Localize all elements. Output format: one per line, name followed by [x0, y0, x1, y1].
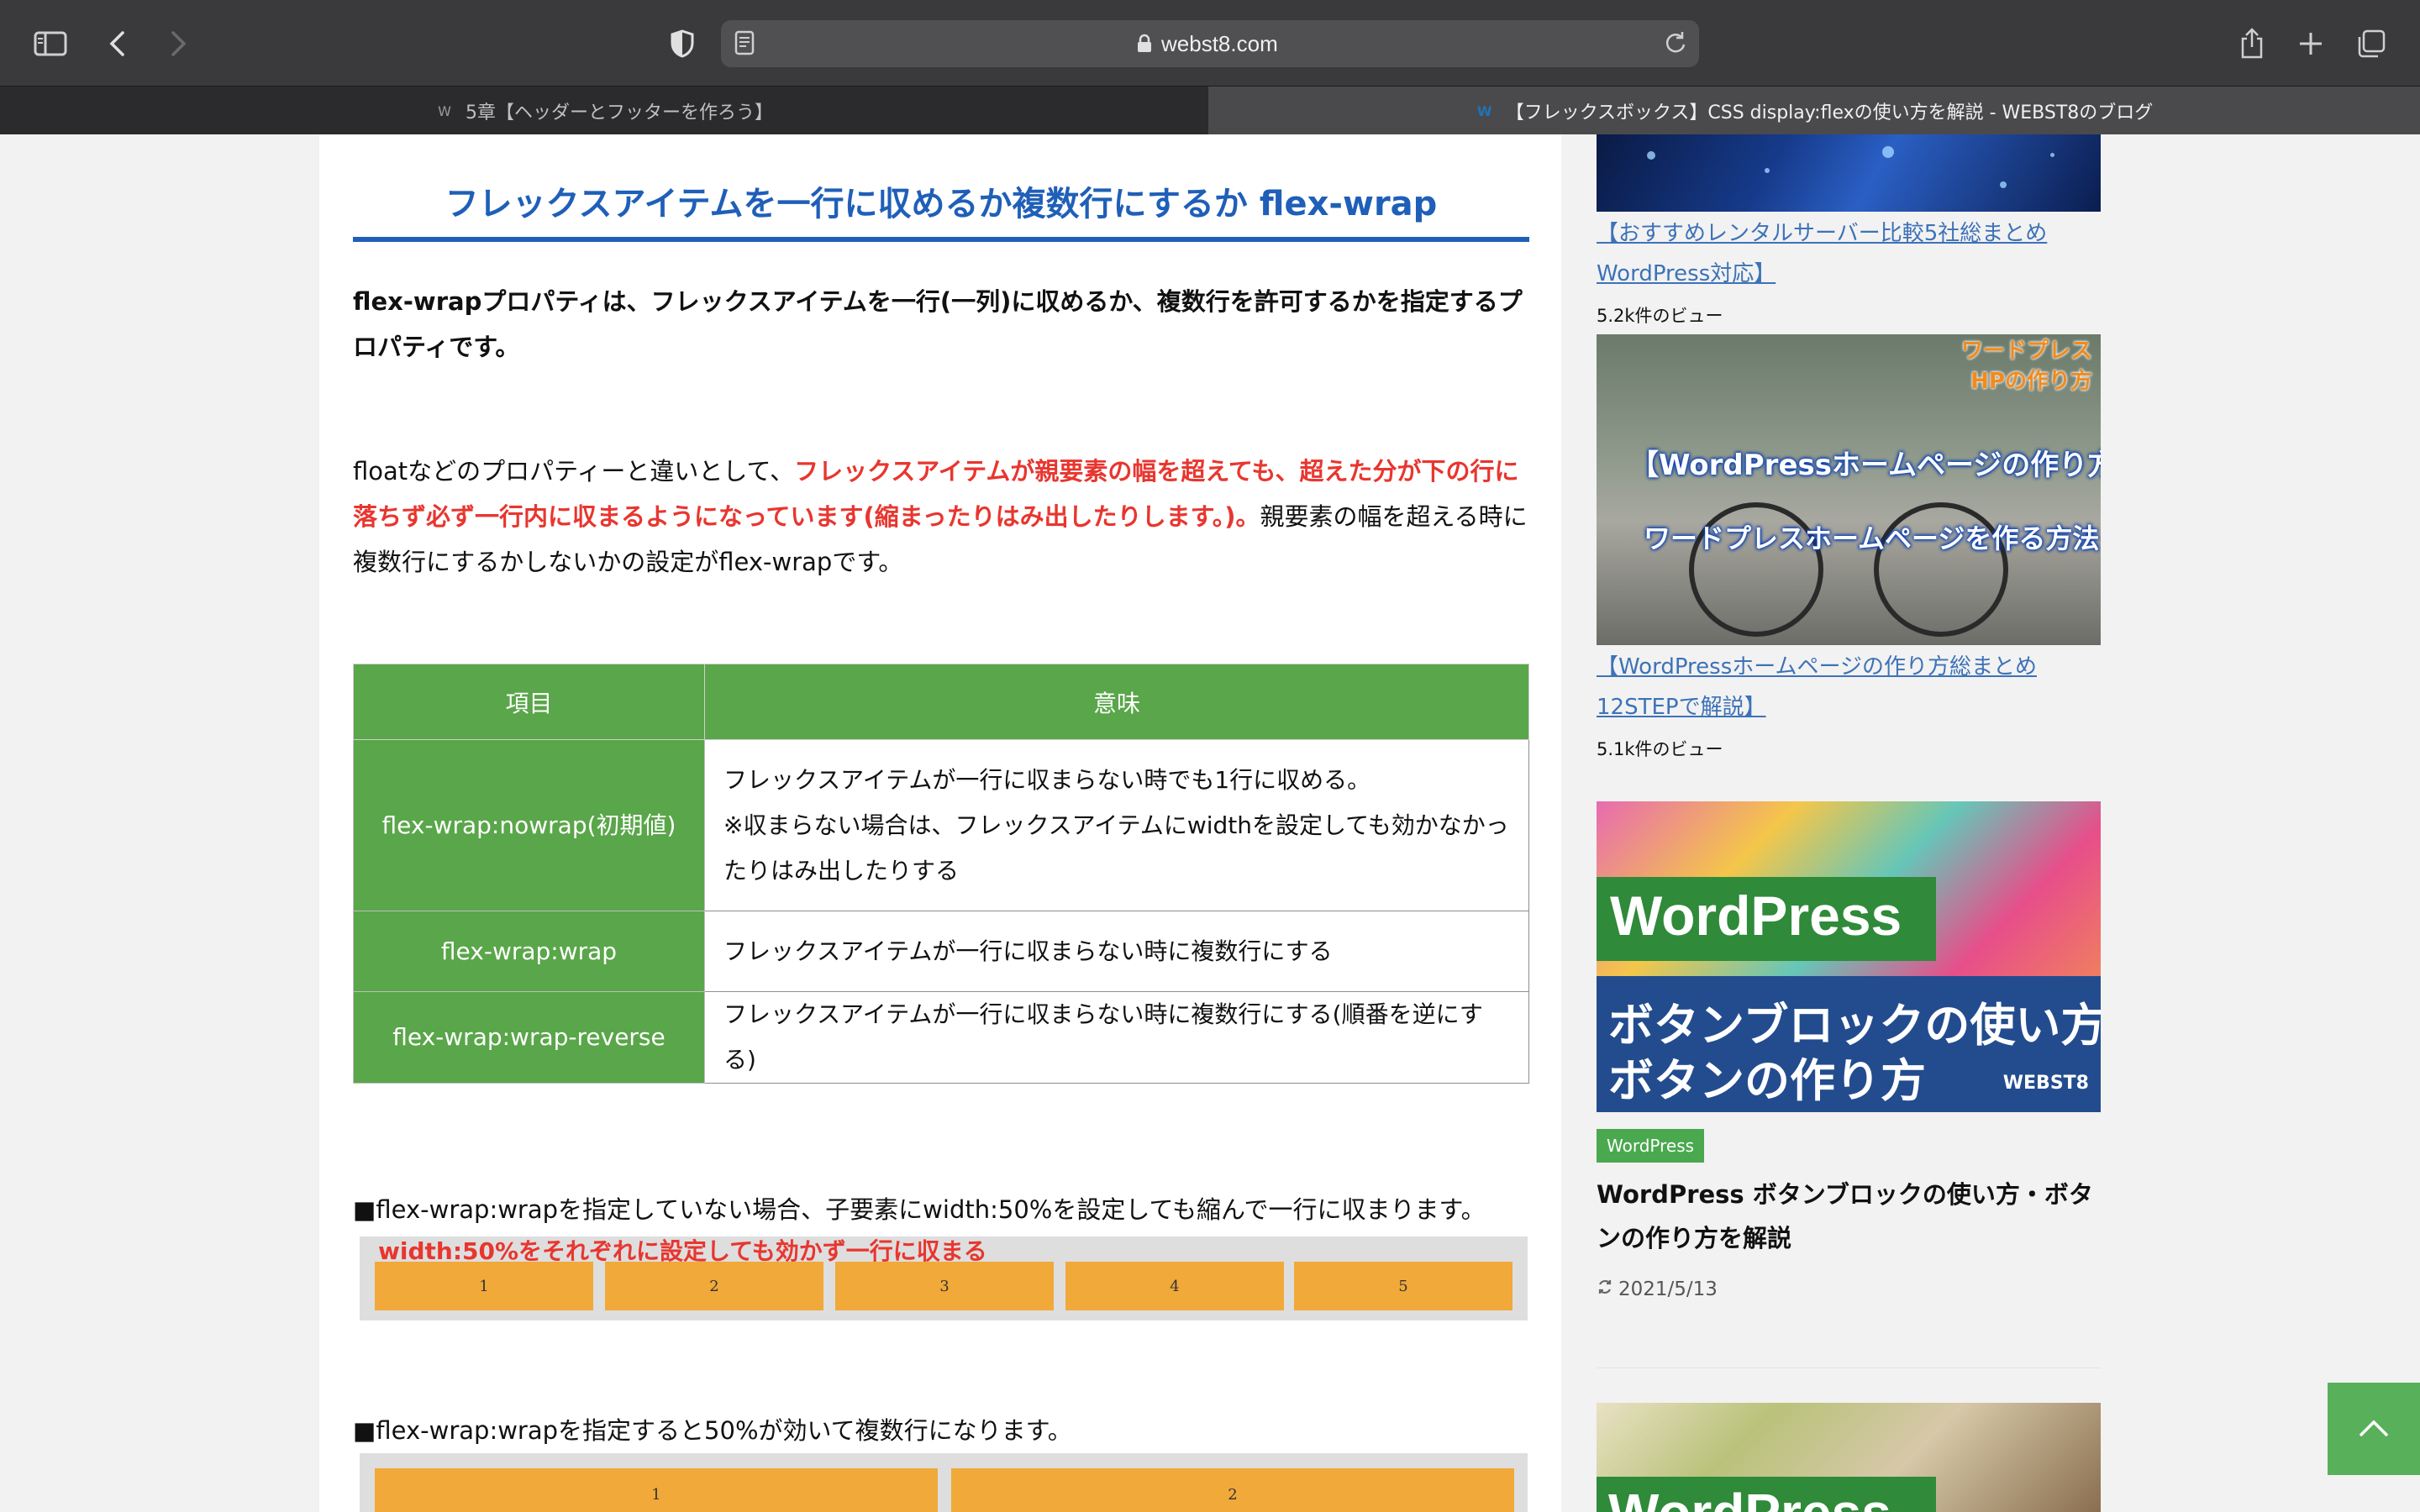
- example-note: ■flex-wrap:wrapを指定していない場合、子要素にwidth:50%を…: [353, 1195, 1486, 1224]
- table-key: flex-wrap:wrap: [353, 911, 705, 992]
- heading-underline: [353, 237, 1529, 242]
- thumbnail-wordpress-text: WordPress: [1608, 1482, 1891, 1512]
- lock-icon: [1136, 34, 1153, 57]
- date-text: 2021/5/13: [1618, 1278, 1718, 1300]
- table-key: flex-wrap:wrap-reverse: [353, 991, 705, 1084]
- section-heading: フレックスアイテムを一行に収めるか複数行にするか flex-wrap: [445, 185, 1438, 223]
- paragraph-text: floatなどのプロパティーと違いとして、: [353, 457, 795, 486]
- chevron-up-icon: [2359, 1420, 2389, 1437]
- table-header: 意味: [704, 664, 1529, 740]
- site-favicon-icon: W: [438, 102, 451, 119]
- tab-bar: W 5章【ヘッダーとフッターを作ろう】 W 【フレックスボックス】CSS dis…: [0, 86, 2420, 135]
- category-tag[interactable]: WordPress: [1597, 1129, 1705, 1163]
- nowrap-demo-image: width:50%をそれぞれに設定しても効かず一行に収まる 1 2 3 4 5: [360, 1236, 1528, 1320]
- table-value: フレックスアイテムが一行に収まらない時に複数行にする(順番を逆にする): [704, 991, 1529, 1084]
- server-article-thumbnail[interactable]: [1597, 134, 2101, 212]
- refresh-icon: [1597, 1278, 1613, 1300]
- demo-box: 2: [951, 1468, 1514, 1512]
- view-count: 5.1k件のビュー: [1597, 739, 1723, 759]
- table-row: flex-wrap:nowrap(初期値) フレックスアイテムが一行に収まらない…: [353, 739, 1529, 911]
- thumbnail-subtitle: ワードプレスホームページを作る方法: [1644, 522, 2100, 554]
- tab-title: 5章【ヘッダーとフッターを作ろう】: [466, 102, 773, 123]
- thumbnail-subtitle: ボタンの作り方: [1608, 1054, 1926, 1107]
- table-value: フレックスアイテムが一行に収まらない時に複数行にする: [704, 911, 1529, 992]
- privacy-shield-icon[interactable]: [659, 20, 706, 67]
- thumbnail-title: 【WordPressホームページの作り方】: [1630, 449, 2101, 482]
- tab-overview-icon[interactable]: [2348, 20, 2395, 67]
- thumbnail-wordpress-text: WordPress: [1610, 885, 1902, 947]
- new-tab-icon[interactable]: [2287, 20, 2334, 67]
- web-page: フレックスアイテムを一行に収めるか複数行にするか flex-wrap flex-…: [0, 134, 2420, 1512]
- popular-post-link[interactable]: 【WordPressホームページの作り方総まとめ12STEPで解説】: [1597, 647, 2101, 727]
- table-row: flex-wrap:wrap フレックスアイテムが一行に収まらない時に複数行にす…: [353, 911, 1529, 992]
- button-block-article-thumbnail[interactable]: WordPress ボタンブロックの使い方 ボタンの作り方 WEBST8: [1597, 801, 2101, 1112]
- updated-date: 2021/5/13: [1597, 1278, 1718, 1300]
- site-favicon-icon: W: [1476, 102, 1492, 119]
- browser-toolbar: webst8.com: [0, 0, 2420, 86]
- tab-flexbox-article[interactable]: W 【フレックスボックス】CSS display:flexの使い方を解説 - W…: [1208, 87, 2420, 135]
- share-icon[interactable]: [2228, 20, 2275, 67]
- demo-box: 4: [1065, 1262, 1284, 1310]
- demo-box: 5: [1294, 1262, 1512, 1310]
- table-row: flex-wrap:wrap-reverse フレックスアイテムが一行に収まらな…: [353, 991, 1529, 1084]
- address-bar[interactable]: webst8.com: [721, 20, 1699, 67]
- webst8-logo: WEBST8: [2002, 1073, 2089, 1094]
- intro-paragraph: flex-wrapプロパティは、フレックスアイテムを一行(一列)に収めるか、複数…: [353, 287, 1523, 361]
- url-text: webst8.com: [1161, 31, 1278, 56]
- next-article-thumbnail[interactable]: WordPress: [1597, 1403, 2101, 1512]
- demo-box: 2: [605, 1262, 823, 1310]
- tab-chapter5[interactable]: W 5章【ヘッダーとフッターを作ろう】: [0, 87, 1208, 135]
- demo-box: 1: [375, 1262, 593, 1310]
- view-count: 5.2k件のビュー: [1597, 306, 1723, 326]
- tab-title: 【フレックスボックス】CSS display:flexの使い方を解説 - WEB…: [1505, 102, 2154, 123]
- table-value: フレックスアイテムが一行に収まらない時でも1行に収める。 ※収まらない場合は、フ…: [704, 739, 1529, 911]
- card-title-link[interactable]: WordPress ボタンブロックの使い方・ボタンの作り方を解説: [1597, 1173, 2101, 1260]
- demo-box: 3: [835, 1262, 1054, 1310]
- body-paragraph: floatなどのプロパティーと違いとして、フレックスアイテムが親要素の幅を超えて…: [353, 449, 1529, 585]
- thumbnail-corner-text: ワードプレス HPの作り方: [1960, 339, 2092, 394]
- flex-wrap-table: 項目 意味 flex-wrap:nowrap(初期値) フレックスアイテムが一行…: [353, 664, 1529, 1084]
- reader-mode-icon[interactable]: [734, 30, 755, 59]
- back-icon[interactable]: [94, 20, 141, 67]
- example-note: ■flex-wrap:wrapを指定すると50%が効いて複数行になります。: [353, 1416, 1072, 1445]
- popular-post-link[interactable]: 【おすすめレンタルサーバー比較5社総まとめWordPress対応】: [1597, 213, 2101, 294]
- wrap-demo-image: 1 2: [360, 1453, 1528, 1512]
- table-key: flex-wrap:nowrap(初期値): [353, 739, 705, 911]
- reload-icon[interactable]: [1664, 30, 1687, 59]
- homepage-article-thumbnail[interactable]: ワードプレス HPの作り方 【WordPressホームページの作り方】 ワードプ…: [1597, 334, 2101, 645]
- table-header: 項目: [353, 664, 705, 740]
- back-to-top-button[interactable]: [2328, 1383, 2420, 1475]
- table-value-text: フレックスアイテムが一行に収まらない時でも1行に収める。 ※収まらない場合は、フ…: [723, 765, 1509, 885]
- demo-box: 1: [375, 1468, 938, 1512]
- forward-icon[interactable]: [155, 20, 202, 67]
- sidebar-toggle-icon[interactable]: [27, 20, 74, 67]
